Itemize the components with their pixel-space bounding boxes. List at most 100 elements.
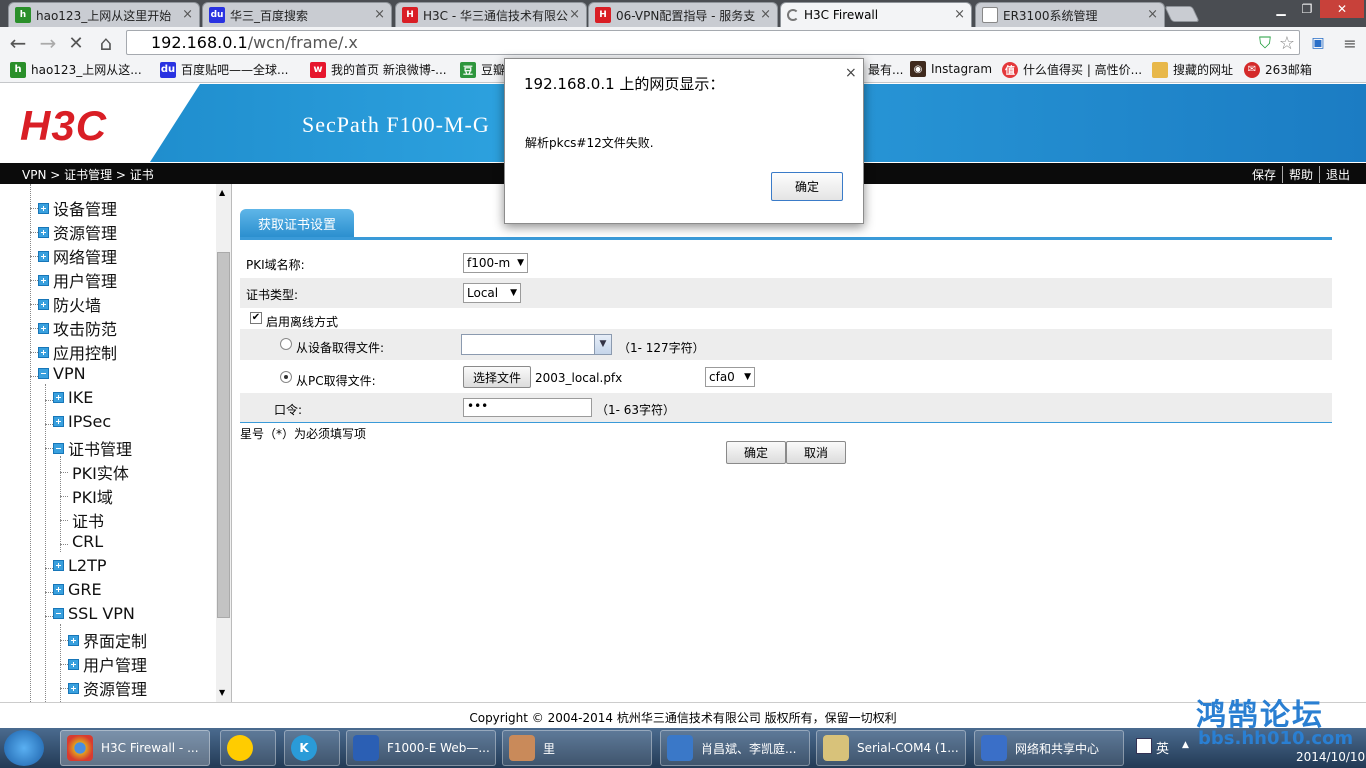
storage-select[interactable]: cfa0 ▼: [705, 367, 755, 387]
bookmark-douban[interactable]: 豆豆瓣: [460, 61, 505, 78]
tab-vpn-guide[interactable]: H 06-VPN配置指导 - 服务支 ×: [588, 2, 778, 27]
sidebar-item[interactable]: PKI域: [72, 484, 113, 508]
sidebar-item[interactable]: 证书: [72, 508, 104, 532]
extension-icon[interactable]: ▣: [1306, 31, 1330, 55]
bookmark-instagram[interactable]: ◉ Instagram: [910, 61, 992, 77]
expand-icon[interactable]: [68, 658, 79, 670]
bookmark-folder[interactable]: 搜藏的网址: [1152, 61, 1233, 78]
sidebar-item[interactable]: IKE: [53, 388, 93, 407]
sidebar-item[interactable]: 资源管理: [68, 676, 147, 700]
menu-icon[interactable]: ≡: [1338, 31, 1362, 55]
expand-icon[interactable]: [38, 226, 49, 238]
tab-h3c-firewall[interactable]: H3C Firewall ×: [780, 2, 972, 27]
choose-file-button[interactable]: 选择文件: [463, 366, 531, 388]
from-pc-radio[interactable]: [280, 371, 292, 383]
sidebar-item[interactable]: GRE: [53, 580, 102, 599]
expand-icon[interactable]: [53, 584, 64, 595]
device-file-combobox[interactable]: ▼: [461, 334, 612, 355]
close-window-icon[interactable]: ✕: [1320, 0, 1364, 18]
shield-icon[interactable]: ⛉: [1253, 31, 1277, 55]
logout-link[interactable]: 退出: [1318, 166, 1356, 183]
sidebar-item[interactable]: 攻击防范: [38, 316, 117, 340]
forward-icon[interactable]: →: [36, 31, 60, 55]
back-icon[interactable]: ←: [6, 31, 30, 55]
sidebar-item[interactable]: 网络管理: [38, 244, 117, 268]
sidebar-item[interactable]: SSL VPN: [53, 604, 135, 623]
close-tab-icon[interactable]: ×: [569, 7, 580, 22]
close-tab-icon[interactable]: ×: [1147, 7, 1158, 22]
expand-icon[interactable]: [38, 298, 49, 310]
home-icon[interactable]: ⌂: [94, 31, 118, 55]
bookmark-263mail[interactable]: ✉ 263邮箱: [1244, 61, 1312, 78]
scrollbar-thumb[interactable]: [217, 252, 230, 618]
scroll-up-icon[interactable]: ▲: [219, 188, 225, 197]
sidebar-item[interactable]: CRL: [72, 532, 103, 551]
bookmark-weibo[interactable]: w 我的首页 新浪微博-...: [310, 61, 447, 78]
expand-icon[interactable]: [38, 346, 49, 358]
sidebar-item[interactable]: IPSec: [53, 412, 111, 431]
tab-hao123[interactable]: h hao123_上网从这里开始 ×: [8, 2, 200, 27]
close-tab-icon[interactable]: ×: [182, 7, 193, 22]
address-bar[interactable]: 192.168.0.1/wcn/frame/.x: [126, 30, 1300, 55]
close-tab-icon[interactable]: ×: [760, 7, 771, 22]
expand-icon[interactable]: [38, 274, 49, 286]
collapse-icon[interactable]: [53, 608, 64, 619]
save-link[interactable]: 保存: [1246, 166, 1282, 183]
collapse-icon[interactable]: [38, 368, 49, 379]
expand-icon[interactable]: [53, 560, 64, 571]
tab-er3100[interactable]: ER3100系统管理 ×: [975, 2, 1165, 27]
sidebar-item[interactable]: 资源管理: [38, 220, 117, 244]
close-icon[interactable]: ×: [845, 65, 857, 81]
start-button[interactable]: [4, 730, 44, 766]
sidebar-item[interactable]: VPN: [38, 364, 86, 383]
bookmark-zuiyou[interactable]: 最有...: [868, 61, 903, 78]
scroll-down-icon[interactable]: ▼: [219, 688, 225, 697]
bookmark-smzdm[interactable]: 值什么值得买 | 高性价...: [1002, 61, 1142, 78]
collapse-icon[interactable]: [53, 442, 64, 454]
taskbar-date[interactable]: 2014/10/10: [1296, 750, 1365, 764]
expand-icon[interactable]: [53, 416, 64, 427]
dialog-ok-button[interactable]: 确定: [771, 172, 843, 201]
taskbar-chat-photo[interactable]: 里: [502, 730, 652, 766]
tab-h3c[interactable]: H H3C - 华三通信技术有限公 ×: [395, 2, 587, 27]
cancel-button[interactable]: 取消: [786, 441, 846, 464]
taskbar-k[interactable]: K: [284, 730, 340, 766]
sidebar-item[interactable]: 界面定制: [68, 628, 147, 652]
tab-baidu[interactable]: du 华三_百度搜索 ×: [202, 2, 392, 27]
close-tab-icon[interactable]: ×: [374, 7, 385, 22]
restore-icon[interactable]: ❐: [1294, 0, 1320, 18]
minimize-icon[interactable]: ▁: [1268, 0, 1294, 18]
sidebar-item[interactable]: 防火墙: [38, 292, 101, 316]
sidebar-item[interactable]: 应用控制: [38, 340, 117, 364]
sidebar-item[interactable]: PKI实体: [72, 460, 129, 484]
taskbar-chrome[interactable]: H3C Firewall - ...: [60, 730, 210, 766]
sidebar-item[interactable]: 用户管理: [68, 652, 147, 676]
sidebar-scrollbar[interactable]: ▲ ▼: [216, 184, 231, 702]
expand-icon[interactable]: [68, 682, 79, 694]
star-icon[interactable]: ☆: [1275, 31, 1299, 55]
taskbar-qq[interactable]: [220, 730, 276, 766]
expand-icon[interactable]: [38, 322, 49, 334]
sidebar-item[interactable]: L2TP: [53, 556, 107, 575]
new-tab-button[interactable]: [1164, 6, 1200, 22]
offline-checkbox[interactable]: ✔: [250, 312, 262, 324]
cert-type-select[interactable]: Local ▼: [463, 283, 521, 303]
ime-language[interactable]: 英: [1156, 738, 1169, 757]
from-device-radio[interactable]: [280, 338, 292, 350]
tray-expand-icon[interactable]: ▲: [1182, 740, 1189, 750]
expand-icon[interactable]: [38, 250, 49, 262]
help-link[interactable]: 帮助: [1281, 166, 1319, 183]
ok-button[interactable]: 确定: [726, 441, 786, 464]
sidebar-item[interactable]: 用户管理: [38, 268, 117, 292]
password-input[interactable]: •••: [463, 398, 592, 417]
chevron-down-icon[interactable]: ▼: [594, 335, 611, 354]
ime-icon[interactable]: [1136, 738, 1152, 754]
taskbar-network[interactable]: 网络和共享中心: [974, 730, 1124, 766]
taskbar-word[interactable]: F1000-E Web—...: [346, 730, 496, 766]
expand-icon[interactable]: [53, 392, 64, 403]
pki-domain-select[interactable]: f100-m ▼: [463, 253, 528, 273]
bookmark-hao123[interactable]: h hao123_上网从这...: [10, 61, 142, 78]
taskbar-serial[interactable]: Serial-COM4 (1...: [816, 730, 966, 766]
taskbar-chat[interactable]: 肖昌斌、李凯庭...: [660, 730, 810, 766]
stop-icon[interactable]: ✕: [64, 31, 88, 55]
